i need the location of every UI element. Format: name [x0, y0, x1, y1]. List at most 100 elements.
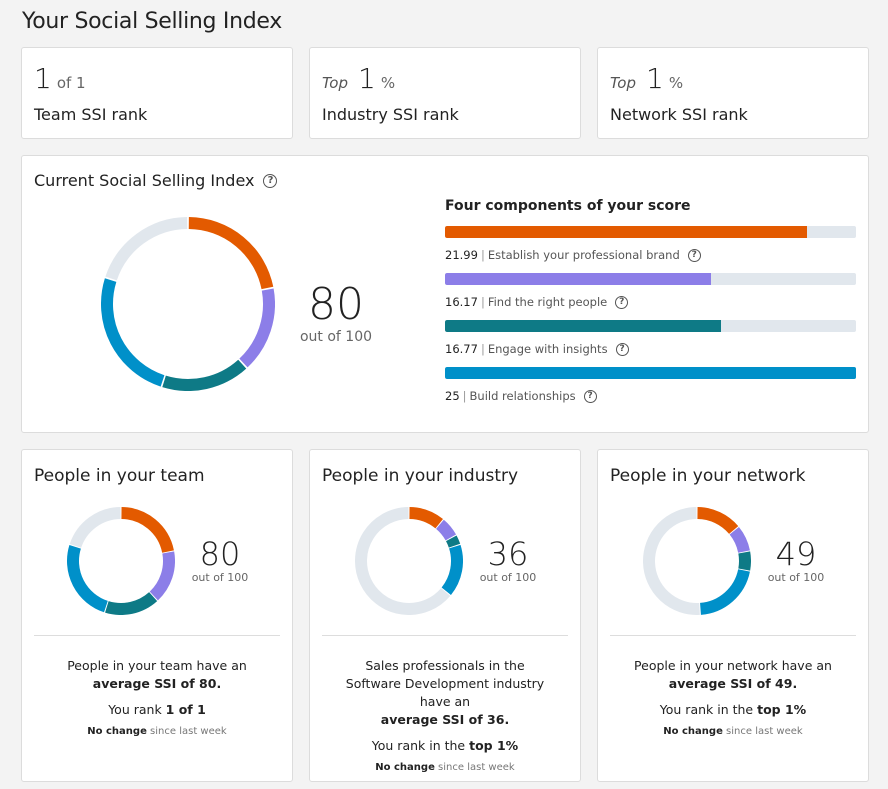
summary-average: average SSI of 49.: [668, 676, 798, 691]
rank-label: Team SSI rank: [34, 105, 148, 124]
rank-value: 1: [34, 62, 52, 95]
network-donut: [643, 507, 751, 619]
rank-value: top 1%: [757, 702, 807, 717]
people-segment: [239, 288, 275, 368]
separator: |: [480, 342, 485, 356]
progress-fill: [445, 367, 856, 379]
rank-label: Industry SSI rank: [322, 105, 459, 124]
change-period: since last week: [726, 726, 803, 737]
component-label: Establish your professional brand: [487, 248, 680, 262]
component-value: 21.99: [445, 248, 478, 262]
remaining-segment: [105, 217, 188, 281]
score-value: 80: [308, 279, 364, 330]
progress-bar: [445, 226, 856, 238]
separator: |: [480, 248, 485, 262]
brand-segment: [409, 507, 444, 529]
people-segment: [149, 551, 175, 601]
question-circle-icon[interactable]: ?: [615, 342, 629, 356]
component-relationships: 25 | Build relationships ?: [445, 367, 857, 404]
network-score: 49 out of 100: [764, 538, 828, 584]
network-heading: People in your network: [610, 466, 806, 486]
current-ssi-card: Current Social Selling Index ? 80 out of…: [21, 155, 869, 433]
team-score: 80 out of 100: [188, 538, 252, 584]
industry-heading: People in your industry: [322, 466, 519, 486]
change-status: No change: [375, 762, 435, 773]
relationships-segment: [699, 568, 750, 615]
industry-score: 36 out of 100: [476, 538, 540, 584]
rank-value: 1: [358, 62, 376, 95]
team-donut: [67, 507, 175, 619]
network-summary: People in your network have an average S…: [598, 657, 868, 741]
component-value: 16.77: [445, 342, 478, 356]
brand-segment: [188, 217, 274, 290]
current-ssi-title: Current Social Selling Index: [34, 171, 255, 190]
rank-prefix: You rank: [108, 702, 162, 717]
summary-line: People in your team have an: [67, 658, 247, 673]
change-status: No change: [87, 726, 147, 737]
insights-segment: [738, 551, 751, 571]
rank-label: Network SSI rank: [610, 105, 748, 124]
remaining-segment: [355, 507, 451, 615]
current-ssi-score: 80 out of 100: [296, 279, 376, 346]
industry-donut: [355, 507, 463, 619]
components-title: Four components of your score: [445, 198, 691, 214]
progress-bar: [445, 367, 856, 379]
component-value: 25: [445, 389, 460, 403]
rank-value: 1 of 1: [165, 702, 206, 717]
question-circle-icon[interactable]: ?: [687, 248, 701, 262]
rank-prefix: You rank in the: [371, 738, 466, 753]
divider: [610, 635, 856, 636]
score-value: 49: [775, 535, 817, 573]
industry-card: People in your industry 36 out of 100 Sa…: [309, 449, 581, 782]
rank-suffix: %: [668, 74, 684, 92]
industry-summary: Sales professionals in the Software Deve…: [310, 657, 580, 777]
team-card: People in your team 80 out of 100 People…: [21, 449, 293, 782]
score-out-of: out of 100: [479, 571, 537, 584]
separator: |: [480, 295, 485, 309]
component-label: Find the right people: [487, 295, 608, 309]
component-label: Engage with insights: [487, 342, 608, 356]
score-value: 80: [199, 535, 241, 573]
score-components: Four components of your score 21.99 | Es…: [445, 198, 857, 414]
score-out-of: out of 100: [767, 571, 825, 584]
relationships-segment: [441, 544, 463, 596]
rank-value: 1: [646, 62, 664, 95]
question-circle-icon[interactable]: ?: [263, 173, 278, 188]
relationships-segment: [101, 278, 165, 387]
industry-rank-card: Top 1 % Industry SSI rank: [309, 47, 581, 139]
question-circle-icon[interactable]: ?: [615, 295, 629, 309]
change-period: since last week: [438, 762, 515, 773]
score-out-of: out of 100: [191, 571, 249, 584]
component-people: 16.17 | Find the right people ?: [445, 273, 857, 310]
change-period: since last week: [150, 726, 227, 737]
current-ssi-heading: Current Social Selling Index ?: [34, 171, 278, 190]
insights-segment: [445, 535, 461, 548]
insights-segment: [105, 591, 158, 615]
component-brand: 21.99 | Establish your professional bran…: [445, 226, 857, 263]
divider: [34, 635, 280, 636]
rank-value: top 1%: [469, 738, 519, 753]
question-circle-icon[interactable]: ?: [583, 389, 597, 403]
component-insights: 16.77 | Engage with insights ?: [445, 320, 857, 357]
component-label: Build relationships: [469, 389, 576, 403]
separator: |: [462, 389, 467, 403]
rank-prefix: Top: [322, 74, 349, 92]
remaining-segment: [643, 507, 700, 615]
score-value: 36: [487, 535, 529, 573]
page-title: Your Social Selling Index: [22, 9, 282, 34]
network-rank-card: Top 1 % Network SSI rank: [597, 47, 869, 139]
progress-bar: [445, 273, 856, 285]
remaining-segment: [69, 507, 121, 549]
brand-segment: [121, 507, 174, 553]
progress-fill: [445, 320, 721, 332]
team-rank-card: 1 of 1 Team SSI rank: [21, 47, 293, 139]
component-value: 16.17: [445, 295, 478, 309]
change-status: No change: [663, 726, 723, 737]
insights-segment: [162, 359, 247, 391]
rank-suffix: of 1: [56, 74, 86, 92]
summary-average: average SSI of 36.: [380, 712, 510, 727]
relationships-segment: [67, 545, 109, 613]
rank-suffix: %: [380, 74, 396, 92]
progress-fill: [445, 226, 807, 238]
network-card: People in your network 49 out of 100 Peo…: [597, 449, 869, 782]
